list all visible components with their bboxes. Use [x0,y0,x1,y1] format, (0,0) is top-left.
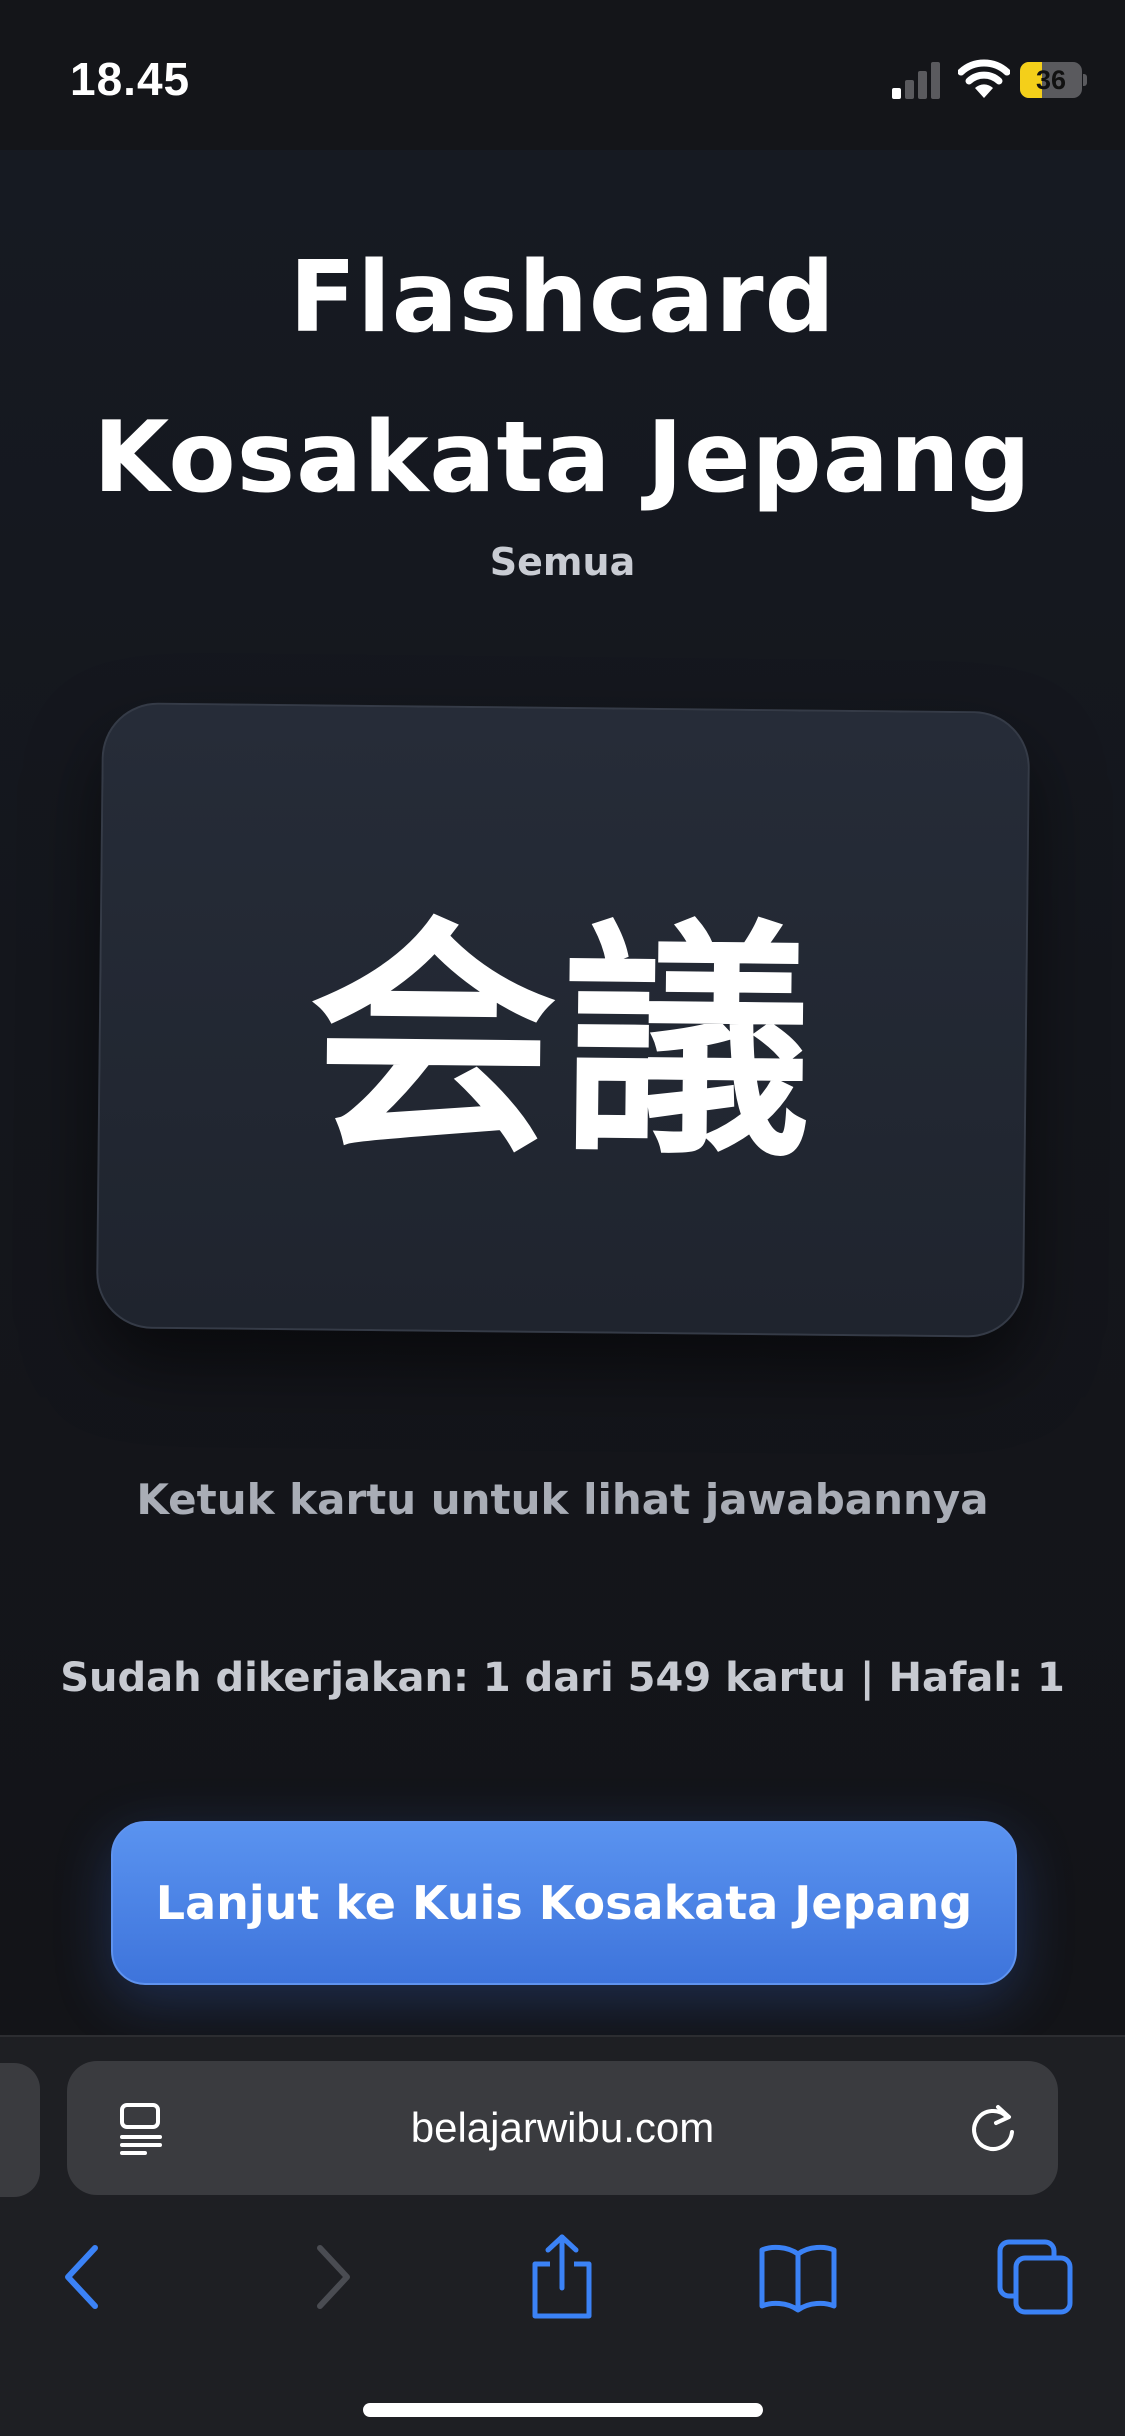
previous-tab-edge[interactable] [0,2063,40,2197]
tap-hint: Ketuk kartu untuk lihat jawabannya [136,1475,989,1524]
reader-icon[interactable] [117,2101,165,2155]
status-bar: 18.45 36 [0,0,1125,150]
reload-icon[interactable] [967,2103,1019,2155]
back-icon[interactable] [40,2232,130,2322]
wifi-icon [958,59,1010,98]
flashcard[interactable]: 会議 [95,702,1031,1338]
page-title-line1: Flashcard [289,241,836,355]
forward-icon[interactable] [285,2232,375,2322]
home-indicator[interactable] [363,2403,763,2417]
tabs-icon[interactable] [990,2232,1080,2322]
status-time: 18.45 [70,53,191,105]
page-title-line2: Kosakata Jepang [93,401,1032,515]
battery-indicator: 36 [1020,62,1087,98]
battery-level: 36 [1035,65,1067,95]
phone-screen: 18.45 36 Flashcard Kosakata Jepang Semua [0,0,1125,2436]
flashcard-page: Flashcard Kosakata Jepang Semua 会議 Ketuk… [0,150,1125,2035]
continue-to-quiz-button[interactable]: Lanjut ke Kuis Kosakata Jepang [111,1821,1017,1985]
page-title: Flashcard Kosakata Jepang [60,218,1065,538]
progress-counter: Sudah dikerjakan: 1 dari 549 kartu | Haf… [60,1655,1065,1701]
flashcard-word: 会議 [307,895,819,1190]
category-label: Semua [489,540,636,584]
browser-toolbar: belajarwibu.com [0,2035,1125,2436]
cellular-signal-icon [892,62,940,99]
bookmarks-icon[interactable] [753,2232,843,2322]
share-icon[interactable] [517,2232,607,2322]
address-bar[interactable]: belajarwibu.com [67,2061,1058,2195]
address-url[interactable]: belajarwibu.com [197,2061,928,2195]
